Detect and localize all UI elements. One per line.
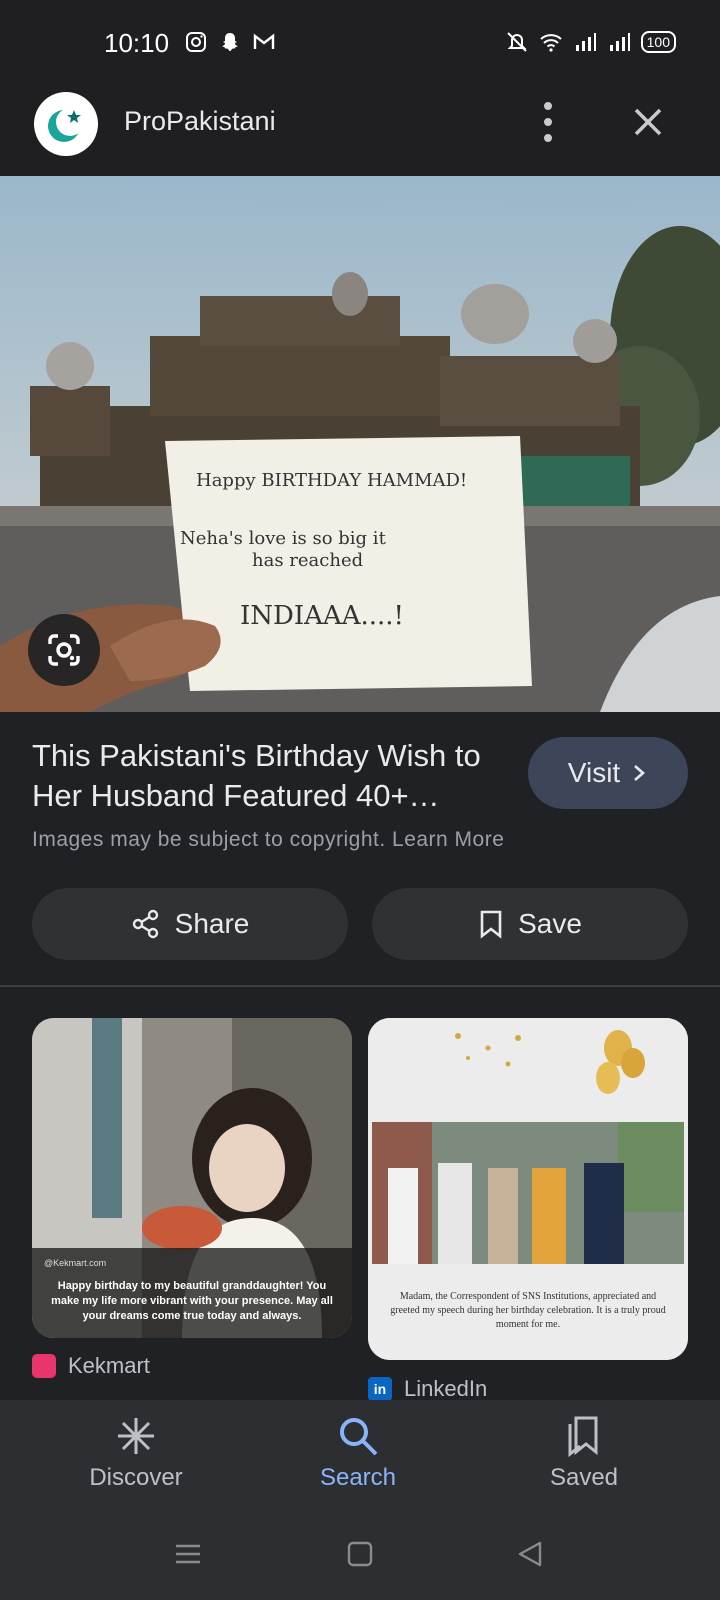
card-caption: Happy birthday to my beautiful granddaug…: [51, 1280, 333, 1322]
search-icon: [340, 1418, 378, 1456]
nav-label: Discover: [89, 1464, 183, 1491]
save-label: Save: [518, 908, 582, 939]
note-line: has reached: [252, 550, 363, 571]
result-header: ProPakistani: [0, 88, 720, 176]
note-line: Happy BIRTHDAY HAMMAD!: [196, 470, 467, 491]
site-logo[interactable]: [34, 92, 98, 156]
source-name: Kekmart: [68, 1353, 150, 1378]
learn-more-link[interactable]: Learn More: [392, 828, 504, 851]
battery-indicator: 100: [640, 31, 676, 53]
share-label: Share: [174, 908, 250, 939]
result-image[interactable]: Happy BIRTHDAY HAMMAD! Neha's love is so…: [0, 176, 720, 712]
share-icon: [132, 909, 158, 939]
asterisk-icon: [118, 1418, 154, 1454]
mute-icon: [506, 32, 527, 52]
kekmart-icon: [32, 1354, 56, 1378]
status-time: 10:10: [104, 28, 170, 58]
source-name: LinkedIn: [404, 1376, 488, 1401]
nav-saved[interactable]: Saved: [504, 1414, 664, 1492]
visit-label: Visit: [567, 757, 621, 788]
related-image-card[interactable]: Madam, the Correspondent of SNS Institut…: [368, 1018, 688, 1360]
lens-icon: [48, 634, 80, 666]
menu-icon[interactable]: [174, 1540, 202, 1568]
system-navigation-bar: [0, 1512, 720, 1600]
status-bar: 10:10 100: [0, 0, 720, 88]
nav-label: Search: [319, 1464, 397, 1491]
system-icons: 100: [505, 30, 676, 54]
divider: [0, 985, 720, 987]
more-options-button[interactable]: [536, 102, 560, 142]
linkedin-icon: in: [368, 1377, 392, 1401]
card-brand: @Kekmart.com: [44, 1258, 107, 1268]
notification-icons: [184, 30, 276, 54]
signal-icon: [575, 33, 596, 51]
related-image-card[interactable]: @Kekmart.com Happy birthday to my beauti…: [32, 1018, 352, 1338]
copyright-text: Images may be subject to copyright.: [32, 828, 386, 851]
note-line: INDIAAA....!: [240, 601, 404, 631]
note-line: Neha's love is so big it: [180, 528, 387, 549]
nav-label: Saved: [549, 1464, 619, 1491]
chevron-right-icon: [634, 765, 646, 781]
visit-button[interactable]: Visit: [528, 737, 688, 809]
save-button[interactable]: Save: [372, 888, 688, 960]
share-button[interactable]: Share: [32, 888, 348, 960]
result-title[interactable]: This Pakistani's Birthday Wish to Her Hu…: [32, 736, 502, 816]
snapchat-icon: [222, 33, 238, 51]
crescent-star-icon: [48, 108, 84, 142]
dot-icon: [544, 102, 552, 110]
dot-icon: [544, 118, 552, 126]
back-icon[interactable]: [516, 1540, 544, 1568]
collections-icon: [568, 1416, 598, 1458]
home-icon[interactable]: [346, 1540, 374, 1568]
nav-search[interactable]: Search: [278, 1414, 438, 1492]
nav-discover[interactable]: Discover: [56, 1414, 216, 1492]
site-name[interactable]: ProPakistani: [124, 106, 276, 137]
related-source[interactable]: Kekmart: [32, 1353, 150, 1379]
signal-icon: [609, 33, 630, 51]
gmail-icon: [253, 33, 275, 49]
close-icon[interactable]: [628, 102, 668, 142]
instagram-icon: [186, 32, 206, 52]
card-caption: Madam, the Correspondent of SNS Institut…: [390, 1291, 666, 1330]
bottom-navigation: Discover Search Saved: [0, 1400, 720, 1512]
copyright-notice: Images may be subject to copyright. Lear…: [32, 828, 504, 852]
dot-icon: [544, 134, 552, 142]
bookmark-icon: [480, 910, 502, 939]
related-source[interactable]: in LinkedIn: [368, 1376, 487, 1402]
palace-photo: Happy BIRTHDAY HAMMAD! Neha's love is so…: [0, 176, 720, 712]
wifi-icon: [539, 34, 562, 52]
google-lens-button[interactable]: [28, 614, 100, 686]
